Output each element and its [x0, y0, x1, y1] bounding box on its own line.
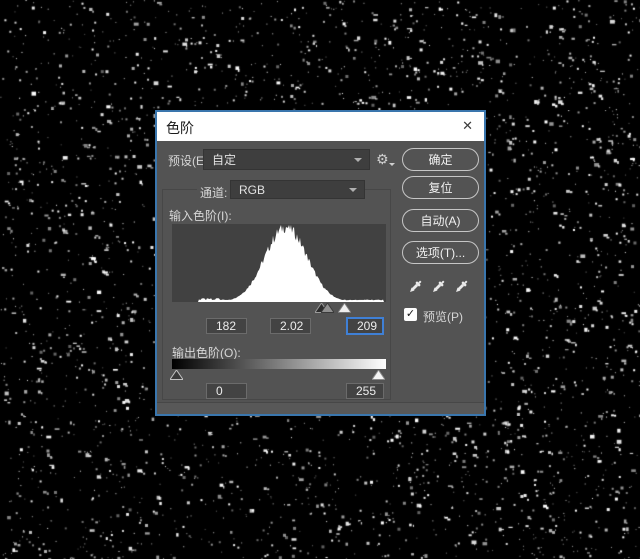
- input-midtone-slider[interactable]: [321, 303, 334, 313]
- chevron-down-icon: [349, 187, 357, 192]
- check-icon: ✓: [405, 308, 416, 320]
- preview-checkbox[interactable]: ✓: [404, 308, 417, 321]
- histogram: [172, 224, 386, 302]
- options-button[interactable]: 选项(T)...: [402, 241, 479, 264]
- dialog-titlebar[interactable]: 色阶 ✕: [157, 112, 484, 141]
- gray-point-eyedropper-icon[interactable]: [430, 277, 448, 295]
- output-highlight-slider[interactable]: [372, 370, 385, 380]
- input-midtone-field[interactable]: [270, 318, 311, 334]
- input-highlight-slider[interactable]: [338, 303, 351, 313]
- channel-label: 通道:: [197, 183, 231, 202]
- preset-dropdown[interactable]: 自定: [203, 149, 370, 170]
- ok-button[interactable]: 确定: [402, 148, 479, 171]
- preview-label: 预览(P): [423, 310, 463, 324]
- gear-menu-icon[interactable]: ⚙: [376, 151, 394, 168]
- auto-button[interactable]: 自动(A): [402, 209, 479, 232]
- output-highlight-field[interactable]: [346, 383, 384, 399]
- close-icon[interactable]: ✕: [462, 118, 473, 134]
- input-highlight-field[interactable]: [346, 317, 384, 335]
- output-shadow-field[interactable]: [206, 383, 247, 399]
- dialog-footer: [157, 402, 484, 414]
- channel-dropdown[interactable]: RGB: [230, 180, 365, 199]
- dialog-title: 色阶: [166, 120, 194, 136]
- reset-button[interactable]: 复位: [402, 176, 479, 199]
- input-shadow-field[interactable]: [206, 318, 247, 334]
- photoshop-workspace: 色阶 ✕ 预设(E): 自定 ⚙ 通道: RGB 输入色阶(I): 182 2.…: [0, 0, 640, 559]
- levels-dialog: 色阶 ✕ 预设(E): 自定 ⚙ 通道: RGB 输入色阶(I): 182 2.…: [155, 110, 486, 416]
- white-point-eyedropper-icon[interactable]: [453, 277, 471, 295]
- preset-value: 自定: [212, 153, 237, 167]
- black-point-eyedropper-icon[interactable]: [407, 277, 425, 295]
- input-levels-label: 输入色阶(I):: [169, 209, 232, 223]
- histogram-plot: [172, 225, 385, 302]
- output-shadow-slider[interactable]: [170, 370, 183, 380]
- channel-value: RGB: [239, 182, 266, 197]
- chevron-down-icon: [354, 157, 362, 162]
- output-gradient-bar: [172, 359, 386, 369]
- histogram-curve: [172, 225, 385, 302]
